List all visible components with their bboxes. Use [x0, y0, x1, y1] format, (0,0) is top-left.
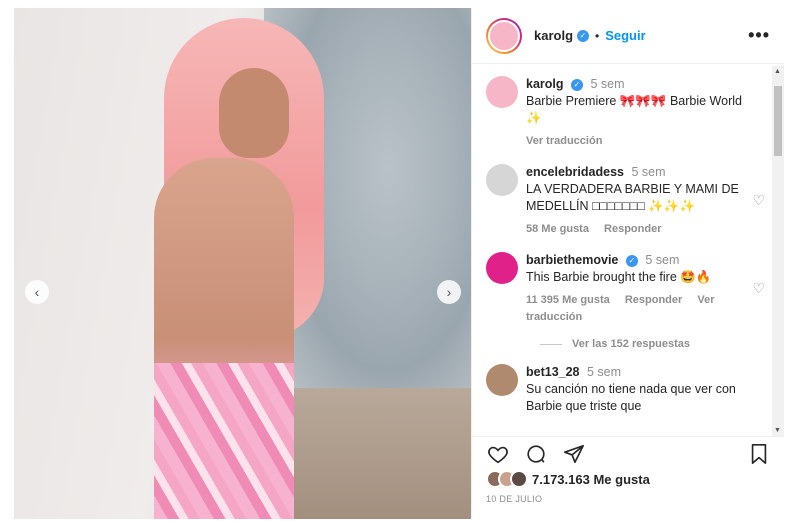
likes-summary[interactable]: 7.173.163 Me gusta	[486, 470, 650, 488]
likes-number: 7.173.163	[532, 471, 590, 487]
reply-button[interactable]: Responder	[604, 223, 661, 235]
comment-item: bet13_28 5 sem Su canción no tiene nada …	[486, 364, 785, 415]
person-face	[219, 68, 289, 158]
post-photo[interactable]: ‹ ›	[14, 8, 471, 519]
comment-likes[interactable]: 58 Me gusta	[526, 223, 589, 235]
more-options-icon[interactable]: •••	[748, 25, 770, 46]
follow-button[interactable]: Seguir	[605, 28, 645, 43]
verified-icon: ✓	[577, 29, 590, 42]
floor	[264, 388, 471, 519]
avatar[interactable]	[486, 164, 518, 196]
comment-item: barbiethemovie ✓ 5 sem This Barbie broug…	[486, 252, 785, 326]
verified-icon: ✓	[625, 254, 638, 267]
post-actions	[472, 436, 785, 470]
comment-time: 5 sem	[645, 253, 680, 267]
author-avatar[interactable]	[486, 17, 522, 54]
comment-text: LA VERDADERA BARBIE Y MAMI DE MEDELLÍN □…	[526, 182, 739, 213]
save-bookmark-icon[interactable]	[747, 442, 771, 466]
comment-text: This Barbie brought the fire 🤩🔥	[526, 270, 712, 284]
comment-username[interactable]: bet13_28	[526, 365, 580, 379]
caption: karolg ✓ 5 sem Barbie Premiere 🎀🎀🎀 Barbi…	[486, 76, 785, 150]
caption-text: Barbie Premiere 🎀🎀🎀 Barbie World ✨	[526, 94, 742, 125]
view-replies-link[interactable]: Ver las 152 respuestas	[540, 338, 785, 350]
translate-link[interactable]: Ver traducción	[526, 135, 602, 147]
caption-username[interactable]: karolg	[526, 77, 564, 91]
chevron-right-icon: ›	[446, 284, 452, 300]
post-header: karolg ✓ • Seguir •••	[472, 8, 784, 64]
post-modal: ‹ › karolg ✓ • Seguir ••• karolg ✓ 5 sem…	[14, 8, 785, 519]
comments-scrollbar[interactable]: ▲ ▼	[772, 66, 784, 436]
comment-username[interactable]: barbiethemovie	[526, 253, 618, 267]
comments-list[interactable]: karolg ✓ 5 sem Barbie Premiere 🎀🎀🎀 Barbi…	[472, 64, 785, 436]
comment-time: 5 sem	[631, 165, 666, 179]
post-date: 10 DE JULIO	[486, 494, 543, 504]
next-image-button[interactable]: ›	[437, 280, 461, 304]
share-icon[interactable]	[562, 442, 586, 466]
comment-likes[interactable]: 11 395 Me gusta	[526, 294, 610, 306]
comment-time: 5 sem	[587, 365, 622, 379]
scroll-down-icon[interactable]: ▼	[774, 427, 781, 434]
comment-icon[interactable]	[524, 442, 548, 466]
likes-label: Me gusta	[593, 471, 650, 487]
liker-avatar	[510, 470, 528, 488]
like-icon[interactable]	[486, 442, 510, 466]
author-username[interactable]: karolg	[534, 28, 573, 43]
separator-dot: •	[595, 28, 600, 43]
likes-count[interactable]: 7.173.163 Me gusta	[532, 472, 650, 487]
like-comment-icon[interactable]: ♡	[752, 280, 765, 297]
caption-time: 5 sem	[590, 77, 625, 91]
verified-icon: ✓	[571, 78, 583, 91]
comment-item: encelebridadess 5 sem LA VERDADERA BARBI…	[486, 164, 785, 238]
chevron-left-icon: ‹	[34, 284, 40, 300]
scroll-thumb[interactable]	[774, 86, 782, 156]
avatar[interactable]	[486, 364, 518, 396]
person-skirt	[154, 363, 294, 519]
like-comment-icon[interactable]: ♡	[752, 192, 765, 209]
post-sidebar: karolg ✓ • Seguir ••• karolg ✓ 5 sem Bar…	[471, 8, 785, 519]
comment-text: Su canción no tiene nada que ver con Bar…	[526, 382, 736, 413]
previous-image-button[interactable]: ‹	[25, 280, 49, 304]
comment-username[interactable]: encelebridadess	[526, 165, 624, 179]
avatar[interactable]	[486, 76, 518, 108]
reply-button[interactable]: Responder	[625, 294, 682, 306]
scroll-up-icon[interactable]: ▲	[774, 68, 781, 75]
avatar[interactable]	[486, 252, 518, 284]
